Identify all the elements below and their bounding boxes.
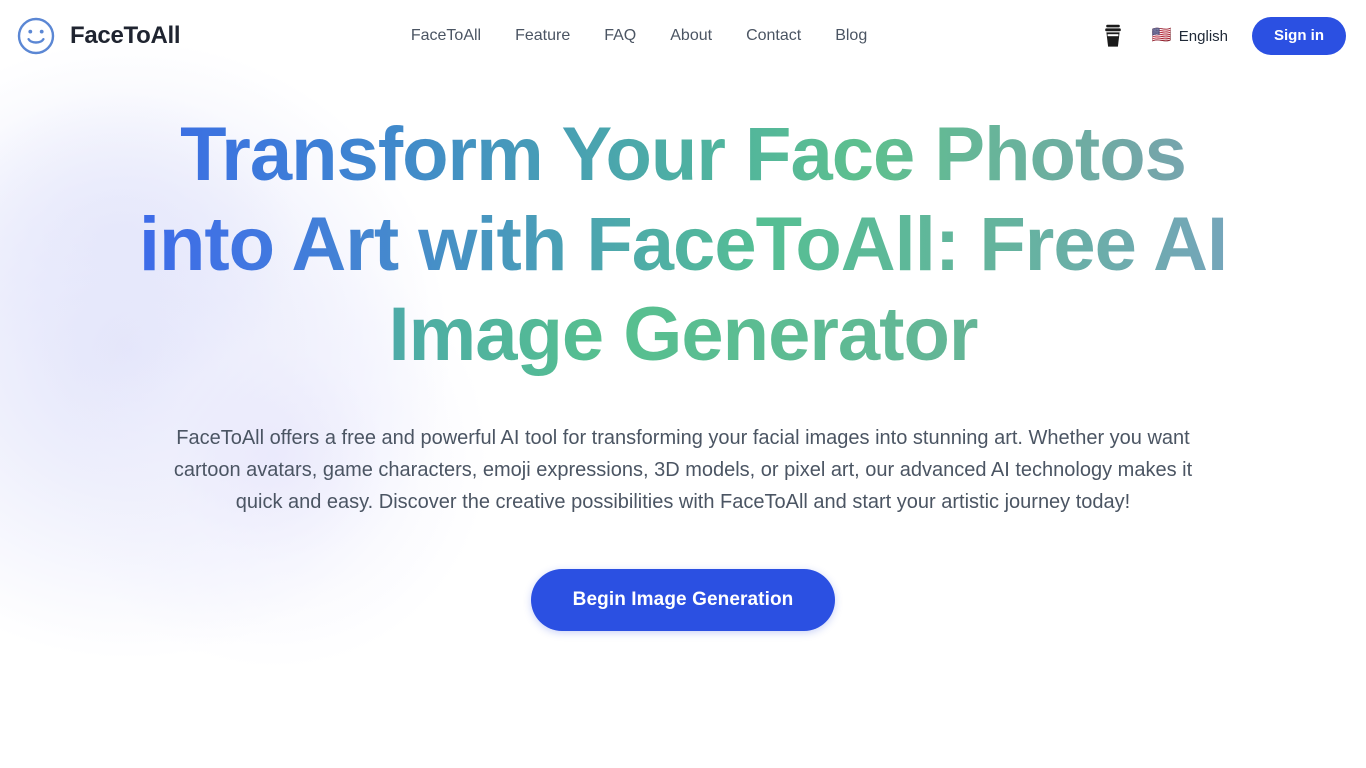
brand-name: FaceToAll	[70, 22, 181, 49]
header-actions: 🇺🇸 English Sign in	[1098, 17, 1346, 55]
nav-item-contact[interactable]: Contact	[729, 20, 818, 53]
coffee-cup-icon	[1105, 24, 1121, 47]
nav-item-facetoall[interactable]: FaceToAll	[394, 20, 498, 53]
smiley-face-icon	[17, 17, 55, 55]
hero-cta-container: Begin Image Generation	[30, 569, 1336, 631]
sign-in-button[interactable]: Sign in	[1252, 17, 1346, 55]
hero-title-line-1: Transform Your Face Photos	[30, 110, 1336, 200]
hero-title-line-3: Image Generator	[30, 290, 1336, 380]
begin-image-generation-button[interactable]: Begin Image Generation	[530, 569, 836, 631]
hero-section: Transform Your Face Photos into Art with…	[0, 72, 1366, 631]
hero-subtitle: FaceToAll offers a free and powerful AI …	[173, 427, 1193, 513]
page-title: Transform Your Face Photos into Art with…	[30, 110, 1336, 380]
nav-item-faq[interactable]: FAQ	[587, 20, 653, 53]
language-selector[interactable]: 🇺🇸 English	[1146, 23, 1234, 50]
hero-title-line-2: into Art with FaceToAll: Free AI	[30, 200, 1336, 290]
site-header: FaceToAll FaceToAll Feature FAQ About Co…	[0, 0, 1366, 72]
language-label: English	[1178, 27, 1228, 45]
nav-item-blog[interactable]: Blog	[818, 20, 884, 53]
nav-item-feature[interactable]: Feature	[498, 20, 587, 53]
nav-item-about[interactable]: About	[653, 20, 729, 53]
page-root: FaceToAll FaceToAll Feature FAQ About Co…	[0, 0, 1366, 768]
brand-logo-link[interactable]: FaceToAll	[16, 16, 181, 56]
main-navigation: FaceToAll Feature FAQ About Contact Blog	[180, 20, 1098, 53]
buy-me-a-coffee-button[interactable]	[1098, 20, 1128, 52]
us-flag-icon: 🇺🇸	[1151, 27, 1172, 44]
